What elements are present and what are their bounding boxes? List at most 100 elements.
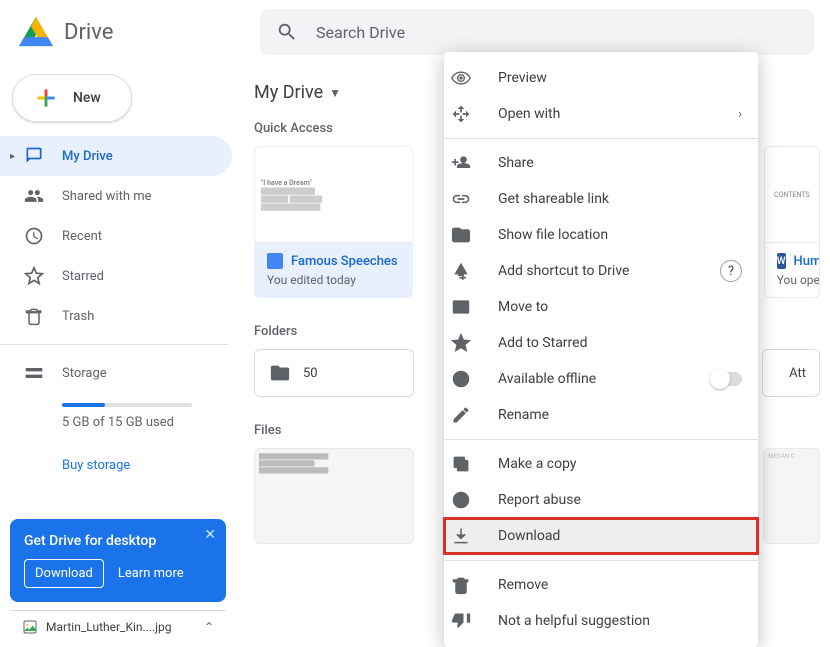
sidebar-item-recent[interactable]: Recent [0,216,232,256]
promo-download-button[interactable]: Download [24,559,104,588]
storage-text: 5 GB of 15 GB used [62,415,222,430]
ctx-report-abuse[interactable]: Report abuse [444,482,758,518]
quick-card-partial[interactable]: CONTENTS WHuma You opened [764,146,820,298]
word-icon: W [777,253,786,269]
promo-title: Get Drive for desktop [24,533,212,549]
chevron-right-icon: › [738,107,742,122]
ctx-download[interactable]: Download [444,518,758,554]
search-placeholder: Search Drive [316,23,405,42]
sidebar-item-label: Storage [62,366,107,381]
drive-add-icon [460,261,480,281]
storage-icon [24,363,44,383]
separator [444,138,758,139]
image-icon [22,619,38,635]
eye-icon [460,68,480,88]
storage-meter: 5 GB of 15 GB used [0,393,244,440]
new-button-label: New [73,90,101,106]
promo-panel: ✕ Get Drive for desktop Download Learn m… [10,519,226,602]
file-card[interactable]: ▇▇▇▇▇▇▇▇▇▇▇▇▇▇▇▇▇▇▇▇▇▇▇▇▇▇▇▇▇▇▇▇▇▇▇▇▇▇▇▇… [254,448,414,544]
help-icon[interactable]: ? [720,260,742,282]
quick-card-famous-speeches[interactable]: "I have a Dream"▇▇▇▇▇▇▇▇▇▇▇▇▇▇▇ ▇▇▇▇▇▇▇▇… [254,146,413,298]
my-drive-icon [24,146,44,166]
drive-logo-icon [16,12,56,52]
sidebar-item-label: Shared with me [62,189,152,204]
separator [444,560,758,561]
ctx-label: Download [498,528,560,544]
person-add-icon [460,153,480,173]
download-filename: Martin_Luther_Kin....jpg [46,620,172,634]
ctx-label: Preview [498,70,547,86]
toggle-switch[interactable] [712,372,742,386]
search-icon [276,21,298,43]
sidebar-item-storage[interactable]: Storage [0,353,232,393]
ctx-open-with[interactable]: Open with › [444,96,758,132]
ctx-preview[interactable]: Preview [444,60,758,96]
sidebar-item-my-drive[interactable]: My Drive [0,136,232,176]
ctx-add-starred[interactable]: Add to Starred [444,325,758,361]
ctx-label: Rename [498,407,549,423]
ctx-get-link[interactable]: Get shareable link [444,181,758,217]
ctx-make-copy[interactable]: Make a copy [444,446,758,482]
promo-learn-link[interactable]: Learn more [118,566,184,581]
ctx-label: Share [498,155,534,171]
folder-chip[interactable]: Att [762,349,820,397]
buy-storage-link[interactable]: Buy storage [62,458,244,473]
ctx-remove[interactable]: Remove [444,567,758,603]
storage-bar [62,403,192,407]
trash-outline-icon [460,575,480,595]
folder-name: 50 [303,366,318,381]
logo-area: Drive [16,12,260,52]
folder-icon [460,225,480,245]
chevron-down-icon: ▼ [329,86,341,100]
ctx-label: Get shareable link [498,191,609,207]
ctx-not-helpful[interactable]: Not a helpful suggestion [444,603,758,639]
folder-chip[interactable]: 50 [254,349,414,397]
ctx-label: Not a helpful suggestion [498,613,650,629]
sidebar-item-shared[interactable]: Shared with me [0,176,232,216]
report-icon [460,490,480,510]
ctx-available-offline[interactable]: Available offline [444,361,758,397]
ctx-share[interactable]: Share [444,145,758,181]
shared-icon [24,186,44,206]
folder-icon [269,362,291,384]
ctx-label: Report abuse [498,492,581,508]
chevron-up-icon[interactable]: ⌃ [204,620,214,634]
sidebar-item-starred[interactable]: Starred [0,256,232,296]
ctx-rename[interactable]: Rename [444,397,758,433]
folder-name: Att [789,366,806,381]
card-subtitle: You edited today [267,273,400,287]
star-icon [24,266,44,286]
download-icon [460,526,480,546]
file-card[interactable]: MEGAN C [763,448,820,544]
sidebar-item-label: Trash [62,309,94,324]
card-title: Huma [794,254,821,269]
search-input[interactable]: Search Drive [260,9,814,55]
new-button[interactable]: New [12,74,132,122]
copy-icon [460,454,480,474]
sidebar-item-trash[interactable]: Trash [0,296,232,336]
ctx-label: Open with [498,106,560,122]
thumbnail: CONTENTS [765,147,819,243]
move-icon [460,297,480,317]
separator [444,439,758,440]
context-menu: Preview Open with › Share Get shareable l… [444,52,758,647]
trash-icon [24,306,44,326]
download-bar[interactable]: Martin_Luther_Kin....jpg ⌃ [10,610,226,642]
offline-icon [460,369,480,389]
gdoc-icon [267,253,283,269]
pencil-icon [460,405,480,425]
app-name: Drive [64,20,113,45]
thumb-down-icon [460,611,480,631]
ctx-label: Make a copy [498,456,577,472]
close-icon[interactable]: ✕ [204,527,216,543]
ctx-add-shortcut[interactable]: Add shortcut to Drive? [444,253,758,289]
divider [0,344,228,345]
card-title: Famous Speeches [291,254,398,269]
ctx-move-to[interactable]: Move to [444,289,758,325]
ctx-show-location[interactable]: Show file location [444,217,758,253]
ctx-label: Available offline [498,371,596,387]
recent-icon [24,226,44,246]
ctx-label: Add shortcut to Drive [498,263,629,279]
sidebar-item-label: Recent [62,229,102,244]
ctx-label: Add to Starred [498,335,587,351]
